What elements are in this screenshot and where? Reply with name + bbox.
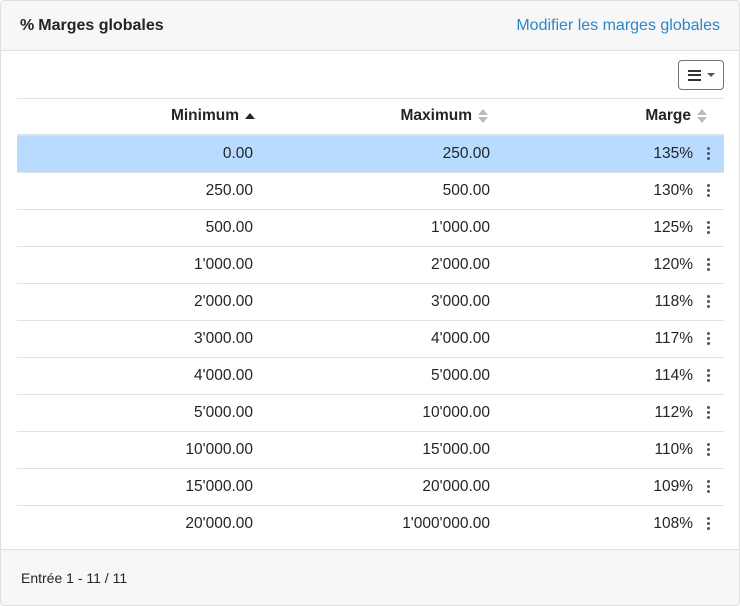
card-footer: Entrée 1 - 11 / 11 [1, 549, 739, 605]
cell-actions [693, 357, 724, 395]
sort-ascending-icon [245, 113, 255, 120]
cell-marge: 120% [490, 246, 693, 284]
list-icon [687, 69, 701, 81]
card-title: % Marges globales [20, 17, 164, 35]
cell-actions [693, 134, 724, 173]
cell-minimum: 250.00 [17, 172, 253, 210]
row-menu-icon[interactable] [693, 284, 724, 320]
cell-minimum: 3'000.00 [17, 320, 253, 358]
cell-maximum: 20'000.00 [253, 468, 490, 506]
cell-minimum: 20'000.00 [185, 514, 253, 532]
cell-marge: 114% [490, 357, 693, 395]
cell-maximum: 4'000.00 [253, 320, 490, 358]
pagination-info: Entrée 1 - 11 / 11 [21, 569, 128, 586]
cell-minimum: 0.00 [17, 134, 253, 173]
row-menu-icon[interactable] [693, 173, 724, 209]
table-row[interactable]: 4'000.00 5'000.00 114% [17, 357, 724, 395]
table-row[interactable]: 500.00 1'000.00 125% [17, 209, 724, 247]
cell-actions [693, 431, 724, 469]
cell-marge: 117% [490, 320, 693, 358]
cell-actions [693, 468, 724, 506]
cell-actions [693, 394, 724, 432]
cell-maximum: 250.00 [253, 134, 490, 173]
columns-toggle-button[interactable] [678, 60, 724, 90]
global-margins-card: % Marges globales Modifier les marges gl… [0, 0, 740, 606]
cell-minimum: 1'000.00 [17, 246, 253, 284]
cell-marge: 130% [490, 172, 693, 210]
cell-minimum: 15'000.00 [17, 468, 253, 506]
table-row[interactable]: 0.00 250.00 135% [17, 134, 724, 173]
table-row[interactable]: 10'000.00 15'000.00 110% [17, 431, 724, 469]
table-body: 0.00 250.00 135% 250.00 500.00 130% 500.00 1'00… [17, 134, 724, 543]
cell-maximum: 1'000'000.00 [402, 514, 490, 532]
edit-global-margins-link[interactable]: Modifier les marges globales [516, 17, 720, 35]
row-menu-icon[interactable] [693, 321, 724, 357]
column-header-maximum[interactable]: Maximum [253, 98, 490, 136]
card-title-text: Marges globales [38, 16, 164, 34]
cell-maximum: 500.00 [253, 172, 490, 210]
cell-minimum: 2'000.00 [17, 283, 253, 321]
row-menu-icon[interactable] [693, 506, 724, 542]
cell-marge: 125% [490, 209, 693, 247]
table-toolbar [17, 51, 724, 98]
table-row[interactable]: 20'000.00 1'000'000.00 108% [17, 505, 724, 542]
row-menu-icon[interactable] [693, 358, 724, 394]
cell-minimum: 10'000.00 [17, 431, 253, 469]
margins-table: Minimum Maximum Marge 0.00 250.00 135% 2… [17, 98, 724, 542]
row-menu-icon[interactable] [693, 395, 724, 431]
cell-minimum: 5'000.00 [17, 394, 253, 432]
column-header-marge[interactable]: Marge [490, 98, 707, 136]
cell-marge: 109% [490, 468, 693, 506]
cell-maximum: 3'000.00 [253, 283, 490, 321]
table-row[interactable]: 2'000.00 3'000.00 118% [17, 283, 724, 321]
table-row[interactable]: 15'000.00 20'000.00 109% [17, 468, 724, 506]
cell-marge: 118% [490, 283, 693, 321]
cell-marge: 135% [490, 134, 693, 173]
table-row[interactable]: 1'000.00 2'000.00 120% [17, 246, 724, 284]
sort-icon [478, 109, 488, 124]
row-menu-icon[interactable] [693, 432, 724, 468]
column-header-minimum[interactable]: Minimum [17, 98, 255, 136]
sort-icon [697, 109, 707, 124]
cell-maximum: 1'000.00 [253, 209, 490, 247]
cell-actions [693, 320, 724, 358]
card-header: % Marges globales Modifier les marges gl… [1, 1, 739, 51]
row-menu-icon[interactable] [693, 210, 724, 246]
cell-actions [693, 283, 724, 321]
table-header-row: Minimum Maximum Marge [17, 98, 724, 136]
caret-down-icon [706, 73, 715, 77]
cell-actions [693, 505, 724, 542]
cell-marge: 112% [490, 394, 693, 432]
column-header-label: Marge [645, 107, 691, 125]
cell-actions [693, 246, 724, 284]
cell-marge: 110% [490, 431, 693, 469]
cell-actions [693, 172, 724, 210]
row-menu-icon[interactable] [693, 136, 724, 172]
cell-actions [693, 209, 724, 247]
table-row[interactable]: 250.00 500.00 130% [17, 172, 724, 210]
row-menu-icon[interactable] [693, 247, 724, 283]
cell-maximum: 15'000.00 [253, 431, 490, 469]
column-header-label: Maximum [400, 107, 473, 125]
cell-maximum: 10'000.00 [253, 394, 490, 432]
cell-marge: 108% [653, 514, 693, 532]
table-row[interactable]: 3'000.00 4'000.00 117% [17, 320, 724, 358]
card-body: Minimum Maximum Marge 0.00 250.00 135% 2… [17, 51, 724, 549]
cell-maximum: 2'000.00 [253, 246, 490, 284]
cell-maximum: 5'000.00 [253, 357, 490, 395]
column-header-label: Minimum [170, 107, 239, 125]
table-row[interactable]: 5'000.00 10'000.00 112% [17, 394, 724, 432]
percent-icon: % [20, 16, 34, 34]
cell-minimum: 4'000.00 [17, 357, 253, 395]
row-menu-icon[interactable] [693, 469, 724, 505]
cell-minimum: 500.00 [17, 209, 253, 247]
